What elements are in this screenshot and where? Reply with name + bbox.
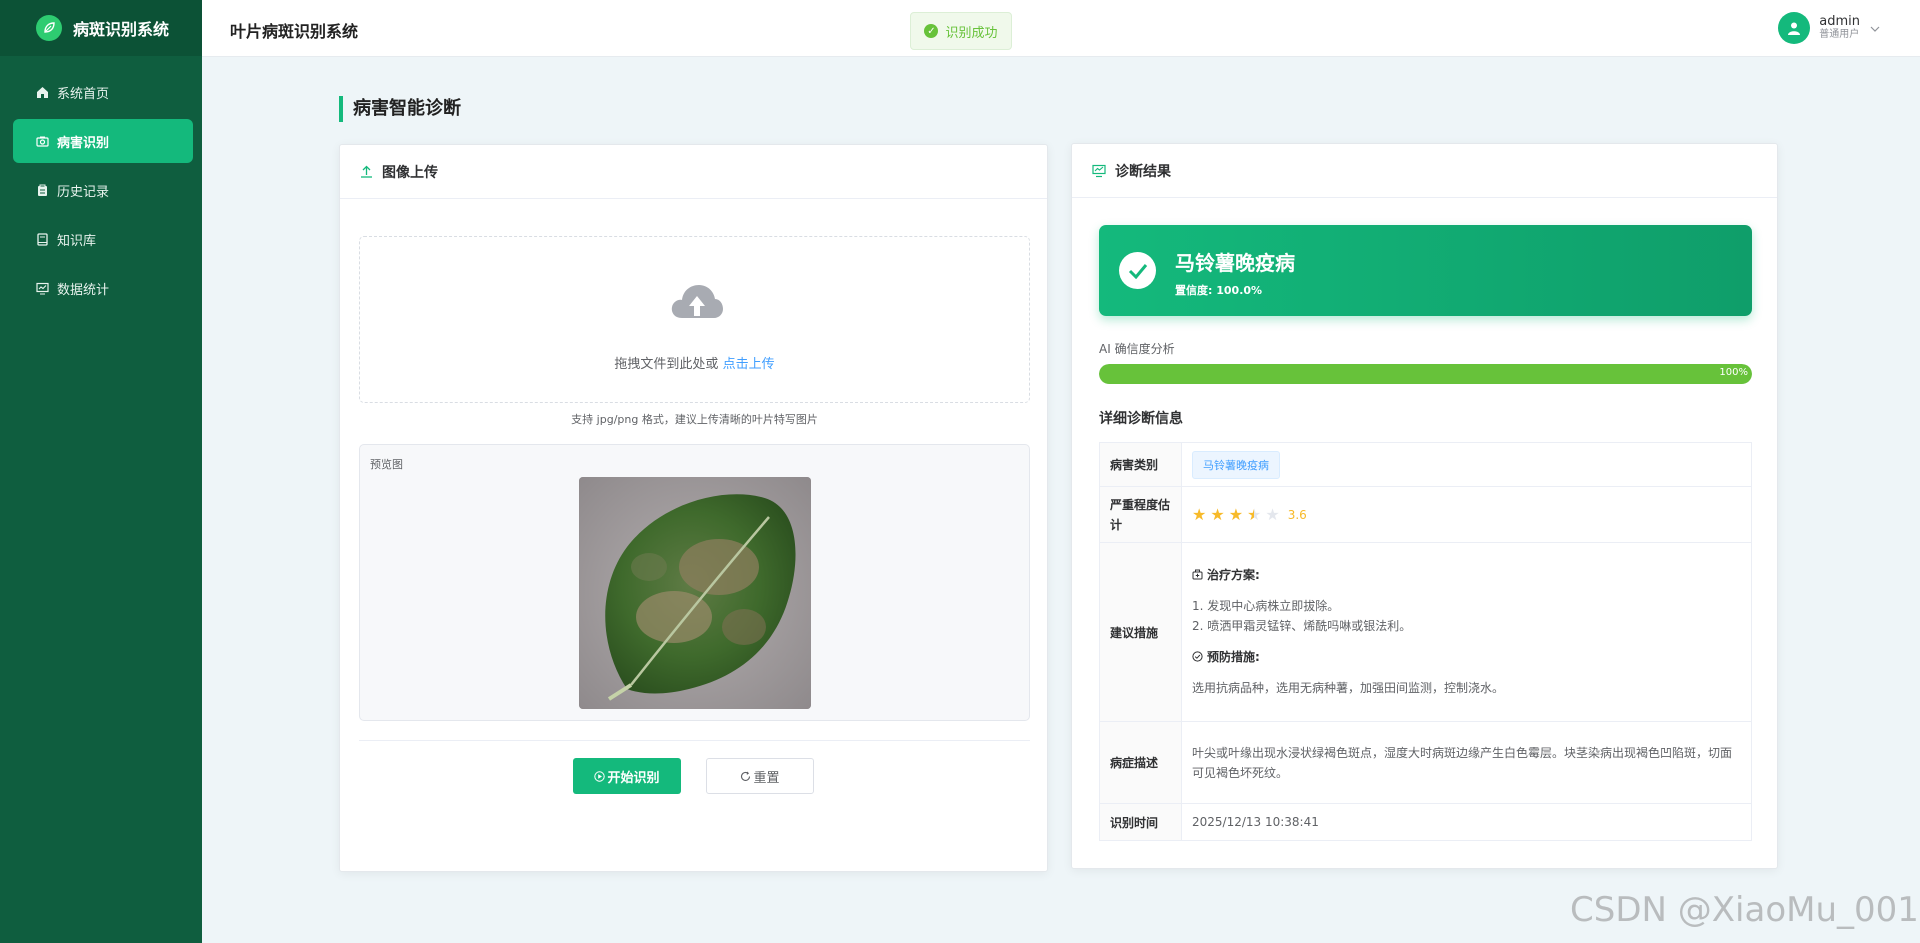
sidebar: 病斑识别系统 系统首页 病害识别 历史记录 知识库 数据统计 bbox=[0, 0, 202, 943]
header-title: 叶片病斑识别系统 bbox=[230, 22, 359, 41]
upload-dropzone[interactable]: 拖拽文件到此处或 点击上传 bbox=[359, 236, 1030, 403]
table-row: 建议措施 治疗方案: 1. 发现中心病株立即拔除。 2. 喷洒甲霜灵锰锌、烯酰吗… bbox=[1099, 542, 1752, 722]
user-name: admin bbox=[1819, 14, 1860, 29]
divider bbox=[359, 740, 1030, 741]
prevention-heading: 预防措施: bbox=[1192, 648, 1741, 665]
symptom-label: 病症描述 bbox=[1099, 721, 1182, 804]
camera-icon bbox=[35, 134, 49, 148]
table-row: 病害类别 马铃薯晚疫病 bbox=[1099, 442, 1752, 487]
upload-card-title: 图像上传 bbox=[382, 164, 438, 181]
sidebar-item-label: 系统首页 bbox=[57, 86, 110, 102]
page-title: 病害智能诊断 bbox=[339, 96, 461, 122]
sidebar-item-home[interactable]: 系统首页 bbox=[13, 70, 193, 114]
category-tag: 马铃薯晚疫病 bbox=[1192, 450, 1280, 479]
top-header: 叶片病斑识别系统 ✓ 识别成功 admin 普通用户 bbox=[202, 0, 1920, 57]
advice-cell: 治疗方案: 1. 发现中心病株立即拔除。 2. 喷洒甲霜灵锰锌、烯酰吗啉或银法利… bbox=[1181, 542, 1752, 722]
confidence-percent: 100% bbox=[1719, 367, 1748, 378]
star-empty-icon: ★ bbox=[1265, 504, 1280, 524]
refresh-icon bbox=[740, 771, 751, 782]
table-row: 严重程度估计 ★ ★ ★ ★ ★ 3.6 bbox=[1099, 486, 1752, 543]
success-toast: ✓ 识别成功 bbox=[910, 12, 1012, 50]
confidence-text: 置信度: 100.0% bbox=[1175, 284, 1263, 297]
reset-button[interactable]: 重置 bbox=[706, 758, 814, 794]
prevention-text: 选用抗病品种，选用无病种薯，加强田间监测，控制浇水。 bbox=[1192, 681, 1505, 695]
preview-panel: 预览图 bbox=[359, 444, 1030, 721]
sidebar-menu: 系统首页 病害识别 历史记录 知识库 数据统计 bbox=[0, 56, 202, 310]
star-icon: ★ bbox=[1192, 504, 1207, 524]
treatment-step-1: 1. 发现中心病株立即拔除。 bbox=[1192, 599, 1340, 613]
confidence-label: AI 确信度分析 bbox=[1099, 342, 1175, 356]
watermark: CSDN @XiaoMu_001 bbox=[1570, 890, 1919, 930]
user-menu[interactable]: admin 普通用户 bbox=[1778, 12, 1880, 44]
dropzone-label: 拖拽文件到此处或 bbox=[614, 357, 719, 372]
star-icon: ★ bbox=[1210, 504, 1225, 524]
sidebar-item-diagnosis[interactable]: 病害识别 bbox=[13, 119, 193, 163]
brand-name: 病斑识别系统 bbox=[73, 20, 170, 39]
time-label: 识别时间 bbox=[1099, 803, 1182, 841]
treatment-title: 治疗方案: bbox=[1207, 568, 1260, 582]
play-circle-icon bbox=[594, 770, 606, 782]
leaf-logo-icon bbox=[36, 15, 62, 41]
dropzone-text: 拖拽文件到此处或 点击上传 bbox=[360, 353, 1029, 372]
upload-card-header: 图像上传 bbox=[340, 145, 1047, 199]
check-circle-icon bbox=[1119, 252, 1156, 289]
user-info: admin 普通用户 bbox=[1819, 15, 1860, 41]
sidebar-item-stats[interactable]: 数据统计 bbox=[13, 266, 193, 310]
sidebar-item-knowledge[interactable]: 知识库 bbox=[13, 217, 193, 261]
result-card-title: 诊断结果 bbox=[1115, 163, 1171, 180]
star-half-icon: ★ bbox=[1247, 504, 1262, 524]
table-row: 病症描述 叶尖或叶缘出现水浸状绿褐色斑点，湿度大时病斑边缘产生白色霉层。块茎染病… bbox=[1099, 721, 1752, 804]
detail-title: 详细诊断信息 bbox=[1099, 411, 1183, 427]
severity-value: 3.6 bbox=[1287, 507, 1307, 522]
prevention-title: 预防措施: bbox=[1207, 650, 1260, 664]
preview-label: 预览图 bbox=[370, 458, 403, 471]
treatment-step-2: 2. 喷洒甲霜灵锰锌、烯酰吗啉或银法利。 bbox=[1192, 619, 1412, 633]
upload-card: 图像上传 拖拽文件到此处或 点击上传 支持 jpg/png 格式，建议上传清晰的… bbox=[339, 144, 1048, 872]
user-role: 普通用户 bbox=[1819, 29, 1860, 40]
leaf-preview-image bbox=[579, 477, 811, 709]
medical-kit-icon bbox=[1192, 569, 1203, 580]
disease-name: 马铃薯晚疫病 bbox=[1175, 251, 1295, 275]
sidebar-item-label: 数据统计 bbox=[57, 282, 110, 298]
advice-label: 建议措施 bbox=[1099, 542, 1182, 722]
severity-label: 严重程度估计 bbox=[1099, 486, 1182, 543]
click-upload-link[interactable]: 点击上传 bbox=[723, 357, 775, 372]
cloud-upload-icon bbox=[670, 282, 724, 328]
sidebar-item-history[interactable]: 历史记录 bbox=[13, 168, 193, 212]
table-row: 识别时间 2025/12/13 10:38:41 bbox=[1099, 803, 1752, 841]
start-button-label: 开始识别 bbox=[607, 770, 660, 786]
reset-button-label: 重置 bbox=[753, 770, 780, 786]
upload-icon bbox=[360, 165, 373, 178]
star-icon: ★ bbox=[1228, 504, 1244, 524]
chevron-down-icon bbox=[1870, 22, 1880, 35]
sidebar-item-label: 病害识别 bbox=[57, 135, 110, 151]
diagnosis-banner: 马铃薯晚疫病 置信度: 100.0% bbox=[1099, 225, 1752, 316]
home-icon bbox=[35, 85, 49, 99]
category-label: 病害类别 bbox=[1099, 442, 1182, 487]
success-check-icon: ✓ bbox=[924, 24, 939, 38]
brand: 病斑识别系统 bbox=[0, 0, 202, 56]
treatment-heading: 治疗方案: bbox=[1192, 566, 1741, 583]
severity-cell: ★ ★ ★ ★ ★ 3.6 bbox=[1181, 486, 1752, 543]
result-card: 诊断结果 马铃薯晚疫病 置信度: 100.0% AI 确信度分析 100% 详细… bbox=[1071, 143, 1778, 869]
clipboard-icon bbox=[35, 183, 49, 197]
severity-rating: ★ ★ ★ ★ ★ 3.6 bbox=[1192, 504, 1741, 524]
time-value: 2025/12/13 10:38:41 bbox=[1181, 803, 1752, 841]
symptom-text: 叶尖或叶缘出现水浸状绿褐色斑点，湿度大时病斑边缘产生白色霉层。块茎染病出现褐色凹… bbox=[1181, 721, 1752, 804]
sidebar-item-label: 历史记录 bbox=[57, 184, 110, 200]
check-circle-outline-icon bbox=[1192, 651, 1203, 662]
upload-hint: 支持 jpg/png 格式，建议上传清晰的叶片特写图片 bbox=[571, 413, 818, 426]
book-icon bbox=[35, 232, 49, 246]
category-cell: 马铃薯晚疫病 bbox=[1181, 442, 1752, 487]
result-card-header: 诊断结果 bbox=[1072, 144, 1777, 198]
detail-table: 病害类别 马铃薯晚疫病 严重程度估计 ★ ★ ★ ★ ★ 3.6 建议措施 治疗… bbox=[1099, 442, 1752, 841]
chart-icon bbox=[35, 281, 49, 295]
sidebar-item-label: 知识库 bbox=[57, 233, 97, 249]
monitor-chart-icon bbox=[1092, 164, 1106, 178]
start-recognition-button[interactable]: 开始识别 bbox=[573, 758, 681, 794]
confidence-progress-fill: 100% bbox=[1099, 364, 1752, 384]
confidence-progress: 100% bbox=[1099, 364, 1752, 384]
avatar bbox=[1778, 12, 1811, 44]
toast-text: 识别成功 bbox=[945, 25, 998, 41]
